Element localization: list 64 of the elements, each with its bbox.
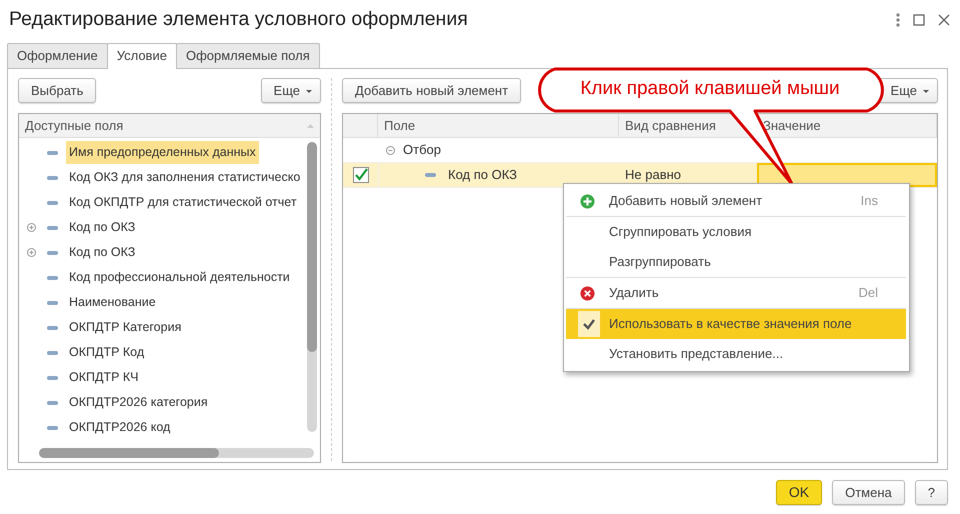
column-header: Доступные поля xyxy=(25,117,124,135)
menu-item[interactable]: Разгруппировать xyxy=(566,247,906,277)
expand-icon[interactable] xyxy=(27,248,36,257)
field-icon xyxy=(425,173,436,177)
field-item[interactable]: Код ОКПДТР для статистической отчет xyxy=(66,191,300,214)
field-icon xyxy=(47,150,58,154)
tab[interactable]: Оформление xyxy=(7,43,108,68)
field-icon xyxy=(47,350,58,354)
button[interactable]: Выбрать xyxy=(18,78,96,103)
scrollbar[interactable] xyxy=(39,448,314,458)
field-icon xyxy=(47,300,58,304)
button[interactable]: Добавить новый элемент xyxy=(342,78,522,103)
menu-item[interactable]: Использовать в качестве значения поле xyxy=(566,309,906,339)
callout-text: Клик правой клавишей мыши xyxy=(579,77,841,101)
button[interactable]: OK xyxy=(776,480,822,505)
field-item[interactable]: Наименование xyxy=(66,291,159,314)
tab[interactable]: Условие xyxy=(106,43,177,69)
field-item[interactable]: ОКПДТР2026 категория xyxy=(66,391,211,414)
delete-icon xyxy=(580,286,595,301)
field-item[interactable]: Код профессиональной деятельности xyxy=(66,266,293,289)
more-button[interactable]: Еще xyxy=(260,78,321,103)
field-icon xyxy=(47,226,58,230)
menu-item[interactable]: Сгруппировать условия xyxy=(566,217,906,247)
caret-icon xyxy=(306,90,312,93)
table-cell-text: Код по ОКЗ xyxy=(448,166,517,184)
maximize-icon[interactable] xyxy=(913,14,925,26)
button[interactable]: Отмена xyxy=(832,480,905,505)
window-title: Редактирование элемента условного оформления xyxy=(9,7,469,32)
field-item[interactable]: Код по ОКЗ xyxy=(66,216,138,239)
field-icon xyxy=(47,250,58,254)
checkbox[interactable] xyxy=(352,167,368,183)
menu-item[interactable]: Добавить новый элемент Ins xyxy=(566,186,906,216)
field-item[interactable]: Код по ОКЗ xyxy=(66,241,138,264)
field-item[interactable]: Имя предопределенных данных xyxy=(66,141,259,164)
field-item[interactable]: Код ОКЗ для заполнения статистическо xyxy=(66,166,304,189)
field-icon xyxy=(47,200,58,204)
group-label: Отбор xyxy=(403,141,441,159)
column-header: Поле xyxy=(378,114,619,138)
shortcut-label: Del xyxy=(858,284,878,302)
field-icon xyxy=(47,426,58,430)
field-icon xyxy=(47,400,58,404)
field-item[interactable]: ОКПДТР Категория xyxy=(66,316,184,339)
field-item[interactable]: ОКПДТР КЧ xyxy=(66,366,142,389)
table-cell-text: Не равно xyxy=(624,166,682,184)
field-icon xyxy=(47,176,58,180)
more-button[interactable]: Еще xyxy=(878,78,938,103)
button[interactable]: ? xyxy=(914,480,948,505)
scroll-up-icon xyxy=(307,124,314,128)
field-icon xyxy=(47,276,58,280)
collapse-icon[interactable] xyxy=(386,146,395,154)
expand-icon[interactable] xyxy=(27,223,36,232)
shortcut-label: Ins xyxy=(860,192,878,210)
add-icon xyxy=(580,194,595,209)
tab[interactable]: Оформляемые поля xyxy=(176,43,320,68)
more-icon[interactable] xyxy=(896,13,900,27)
caret-icon xyxy=(923,90,929,93)
scrollbar[interactable] xyxy=(307,142,317,432)
close-icon[interactable] xyxy=(938,14,950,26)
menu-item[interactable]: Удалить Del xyxy=(566,278,906,308)
field-item[interactable]: ОКПДТР2026 код xyxy=(66,416,174,439)
field-icon xyxy=(47,376,58,380)
field-icon xyxy=(47,326,58,330)
field-item[interactable]: ОКПДТР Код xyxy=(66,341,148,364)
menu-item[interactable]: Установить представление... xyxy=(566,339,906,369)
